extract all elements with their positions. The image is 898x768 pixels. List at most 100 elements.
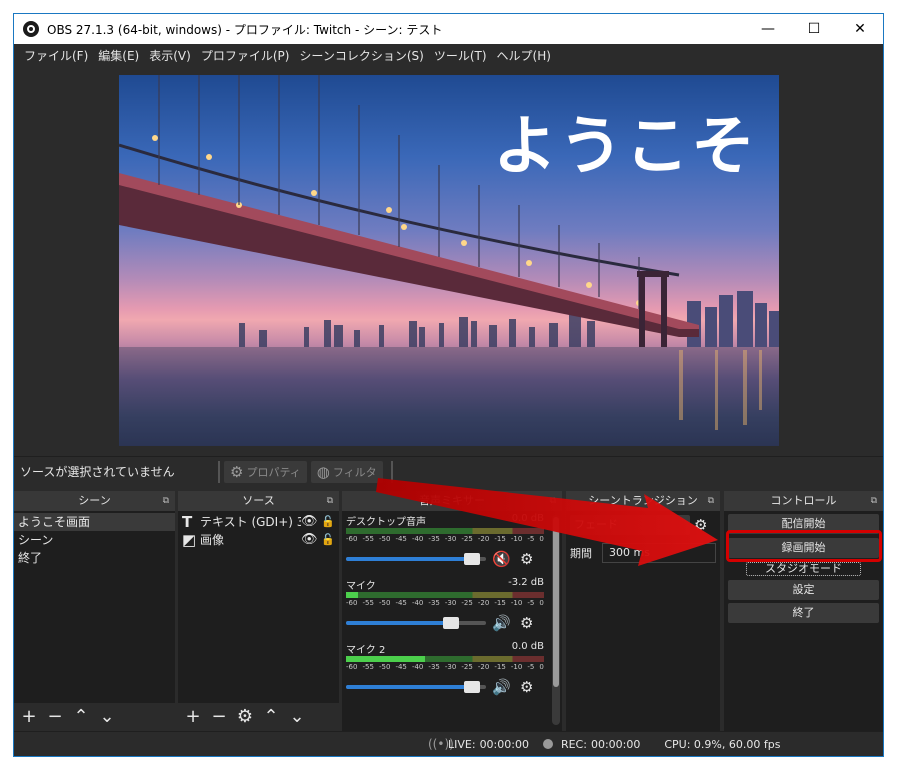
meter-tick-label: -30 (444, 663, 457, 671)
undock-icon[interactable]: ⧉ (163, 491, 169, 511)
undock-icon[interactable]: ⧉ (327, 491, 333, 511)
meter-tick-label: -45 (395, 535, 407, 543)
no-source-selected-label: ソースが選択されていません (20, 465, 175, 479)
meter-tick-label: -50 (378, 535, 391, 543)
meter-tick-label: -30 (444, 599, 457, 607)
move-up-icon[interactable]: ⌃ (262, 708, 280, 726)
volume-slider[interactable] (346, 681, 486, 693)
gear-icon[interactable]: ⚙ (520, 678, 542, 696)
sources-dock: ソース ⧉ T テキスト (GDI+) 3 👁 🔓 ◩ 画像 👁 🔓 + − ⚙… (178, 491, 339, 731)
filter-icon: ◍ (316, 462, 330, 481)
sources-dock-toolbar: + − ⚙ ⌃ ⌄ (178, 703, 339, 731)
live-label: LIVE: (448, 737, 476, 751)
meter-tick-label: -40 (411, 535, 424, 543)
close-button[interactable]: ✕ (837, 14, 883, 44)
scene-item[interactable]: 終了 (14, 549, 175, 567)
properties-button[interactable]: ⚙ プロパティ (224, 460, 307, 483)
meter-tick-label: -35 (428, 535, 440, 543)
scene-item[interactable]: ようこそ画面 (14, 513, 175, 531)
exit-button[interactable]: 終了 (728, 603, 879, 623)
remove-scene-icon[interactable]: − (46, 708, 64, 726)
filters-label: フィルタ (332, 465, 377, 479)
settings-button[interactable]: 設定 (728, 580, 879, 600)
sources-dock-title[interactable]: ソース ⧉ (178, 491, 339, 511)
obs-window: OBS 27.1.3 (64-bit, windows) - プロファイル: T… (13, 13, 884, 757)
speaker-icon[interactable]: 🔊 (492, 678, 514, 696)
image-icon: ◩ (182, 531, 197, 549)
meter-tick-label: -30 (444, 535, 457, 543)
source-settings-icon[interactable]: ⚙ (236, 708, 254, 726)
window-title: OBS 27.1.3 (64-bit, windows) - プロファイル: T… (47, 22, 443, 37)
remove-source-icon[interactable]: − (210, 708, 228, 726)
meter-tick-label: -5 (527, 535, 535, 543)
gear-icon[interactable]: ⚙ (520, 614, 542, 632)
controls-dock: コントロール ⧉ 配信開始 録画開始 スタジオモード 設定 終了 (724, 491, 883, 731)
scene-item[interactable]: シーン (14, 531, 175, 549)
controls-dock-title[interactable]: コントロール ⧉ (724, 491, 883, 511)
undock-icon[interactable]: ⧉ (871, 491, 877, 511)
mixer-channel: マイク -3.2 dB -60 -55 -50 -45 -40 -35 -30 -25 -20-… (342, 575, 548, 639)
undock-icon[interactable]: ⧉ (550, 491, 556, 511)
muted-speaker-icon[interactable]: 🔇 (492, 550, 514, 568)
source-label: テキスト (GDI+) 3 (200, 515, 301, 529)
meter-tick-label: -15 (494, 663, 506, 671)
mixer-scrollbar[interactable] (552, 515, 560, 725)
move-down-icon[interactable]: ⌄ (98, 708, 116, 726)
volume-slider[interactable] (346, 617, 486, 629)
meter-tick-label: -60 (346, 535, 358, 543)
source-list: T テキスト (GDI+) 3 👁 🔓 ◩ 画像 👁 🔓 (178, 511, 339, 549)
meter-tick-label: 0 (539, 535, 544, 543)
move-down-icon[interactable]: ⌄ (288, 708, 306, 726)
scenes-dock-title[interactable]: シーン ⧉ (14, 491, 175, 511)
mixer-dock-title[interactable]: 音声ミキサー ⧉ (342, 491, 562, 511)
studio-mode-button[interactable]: スタジオモード (746, 562, 861, 576)
undock-icon[interactable]: ⧉ (708, 491, 714, 511)
source-item[interactable]: ◩ 画像 👁 🔓 (178, 531, 339, 549)
lock-icon[interactable]: 🔓 (321, 513, 339, 531)
menu-edit[interactable]: 編集(E) (93, 47, 144, 64)
scene-list: ようこそ画面 シーン 終了 (14, 511, 175, 567)
transition-select[interactable]: フェード (570, 515, 690, 535)
channel-name: デスクトップ音声 (346, 517, 426, 528)
mixer-channels: デスクトップ音声 0.0 dB -60 -55 -50 -45 -40 -35 -30 -25… (342, 511, 548, 703)
eye-icon[interactable]: 👁 (301, 531, 321, 549)
gear-icon[interactable]: ⚙ (694, 516, 716, 534)
lock-icon[interactable]: 🔓 (321, 531, 339, 549)
duration-label: 期間 (570, 547, 592, 560)
preview-canvas[interactable]: ようこそ (119, 75, 779, 446)
mixer-channel: デスクトップ音声 0.0 dB -60 -55 -50 -45 -40 -35 -30 -25… (342, 511, 548, 575)
rec-indicator-icon (542, 739, 553, 749)
menu-file[interactable]: ファイル(F) (19, 47, 93, 64)
menu-help[interactable]: ヘルプ(H) (492, 47, 556, 64)
mixer-channel: マイク 2 0.0 dB -60 -55 -50 -45 -40 -35 -30 -25 -20… (342, 639, 548, 703)
duration-input[interactable]: 300 ms (602, 543, 716, 563)
maximize-button[interactable]: ☐ (791, 14, 837, 44)
title-bar[interactable]: OBS 27.1.3 (64-bit, windows) - プロファイル: T… (14, 14, 883, 44)
minimize-button[interactable]: — (745, 14, 791, 44)
volume-meter (346, 656, 544, 662)
meter-tick-label: -50 (378, 663, 391, 671)
gear-icon: ⚙ (230, 462, 244, 481)
source-item[interactable]: T テキスト (GDI+) 3 👁 🔓 (178, 513, 339, 531)
eye-icon[interactable]: 👁 (301, 513, 321, 531)
menu-view[interactable]: 表示(V) (144, 47, 196, 64)
meter-tick-label: 0 (539, 663, 544, 671)
meter-tick-label: -20 (477, 599, 490, 607)
add-scene-icon[interactable]: + (20, 708, 38, 726)
transitions-dock-title-text: シーントランジション (588, 494, 698, 507)
gear-icon[interactable]: ⚙ (520, 550, 542, 568)
menu-scene-collection[interactable]: シーンコレクション(S) (294, 47, 428, 64)
transitions-dock-title[interactable]: シーントランジション ⧉ (566, 491, 720, 511)
filters-button[interactable]: ◍ フィルタ (310, 460, 383, 483)
cpu-fps: CPU: 0.9%, 60.00 fps (664, 737, 781, 751)
preview-area: ようこそ (14, 66, 883, 456)
menu-profile[interactable]: プロファイル(P) (196, 47, 295, 64)
add-source-icon[interactable]: + (184, 708, 202, 726)
move-up-icon[interactable]: ⌃ (72, 708, 90, 726)
volume-slider[interactable] (346, 553, 486, 565)
meter-tick-label: -25 (461, 535, 473, 543)
speaker-icon[interactable]: 🔊 (492, 614, 514, 632)
rec-label: REC: (560, 737, 587, 751)
menu-tools[interactable]: ツール(T) (429, 47, 492, 64)
audio-mixer-dock: 音声ミキサー ⧉ デスクトップ音声 0.0 dB -60 -55 -50 -45 -40… (342, 491, 562, 731)
